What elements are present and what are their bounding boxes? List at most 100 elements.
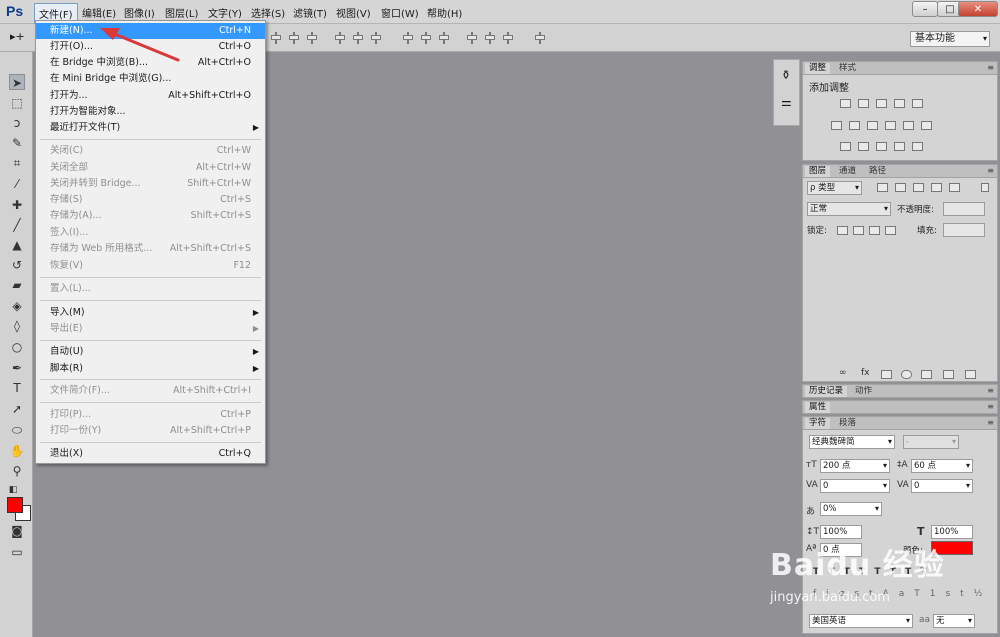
close-button[interactable]: ✕ (958, 1, 998, 17)
font-family-select[interactable]: 经典魏碑简 (809, 435, 895, 449)
blend-mode-select[interactable]: 正常 (807, 202, 891, 216)
brush-tool-icon[interactable]: ╱ (9, 217, 25, 233)
color-balance-icon[interactable] (849, 121, 860, 130)
align-top-icon[interactable] (270, 32, 282, 44)
panel-menu-icon[interactable]: ≡ (987, 386, 994, 395)
menu-item-place[interactable]: 置入(L)... (36, 281, 265, 297)
menu-item-browse-mini-bridge[interactable]: 在 Mini Bridge 中浏览(G)... (36, 71, 265, 87)
link-layers-icon[interactable]: ∞ (839, 368, 847, 378)
gradient-map-icon[interactable] (912, 142, 923, 151)
menu-edit[interactable]: 编辑(E) (82, 5, 116, 20)
auto-align-icon[interactable] (534, 32, 546, 44)
stamp-tool-icon[interactable]: ▲ (9, 237, 25, 253)
trash-icon[interactable] (965, 370, 976, 379)
tab-properties[interactable]: 属性 (805, 402, 831, 413)
menu-window[interactable]: 窗口(W) (381, 5, 419, 20)
marquee-tool-icon[interactable]: ⬚ (9, 95, 25, 111)
foreground-color-swatch-top[interactable] (7, 497, 23, 513)
minimize-button[interactable]: – (912, 1, 938, 17)
menu-item-save-as[interactable]: 存储为(A)... Shift+Ctrl+S (36, 208, 265, 224)
layer-filter-select[interactable]: ρ 类型 (807, 181, 862, 195)
language-select[interactable]: 美国英语 (809, 614, 913, 628)
menu-layer[interactable]: 图层(L) (165, 5, 198, 20)
selective-color-icon[interactable] (894, 142, 905, 151)
menu-item-export[interactable]: 导出(E) ▶ (36, 321, 265, 337)
lock-pixels-icon[interactable] (853, 226, 864, 235)
menu-item-open-smart-object[interactable]: 打开为智能对象... (36, 104, 265, 120)
workspace-select[interactable]: 基本功能 (910, 31, 990, 47)
filter-toggle-icon[interactable] (981, 183, 989, 192)
opacity-field[interactable] (943, 202, 985, 216)
font-size-field[interactable]: 200 点 (820, 459, 890, 473)
align-bottom-icon[interactable] (306, 32, 318, 44)
distribute-hcenter-icon[interactable] (484, 32, 496, 44)
zoom-tool-icon[interactable]: ⚲ (9, 463, 25, 479)
brightness-icon[interactable] (840, 99, 851, 108)
filter-type-icon[interactable] (913, 183, 924, 192)
distribute-vcenter-icon[interactable] (420, 32, 432, 44)
distribute-bottom-icon[interactable] (438, 32, 450, 44)
lock-position-icon[interactable] (869, 226, 880, 235)
tab-actions[interactable]: 动作 (851, 386, 876, 397)
distribute-right-icon[interactable] (502, 32, 514, 44)
menu-item-automate[interactable]: 自动(U) ▶ (36, 344, 265, 360)
tab-styles[interactable]: 样式 (835, 63, 860, 74)
hand-tool-icon[interactable]: ✋ (9, 443, 25, 459)
filter-pixel-icon[interactable] (877, 183, 888, 192)
filter-smart-icon[interactable] (949, 183, 960, 192)
distribute-left-icon[interactable] (466, 32, 478, 44)
exposure-icon[interactable] (894, 99, 905, 108)
new-group-icon[interactable] (921, 370, 932, 379)
filter-adjust-icon[interactable] (895, 183, 906, 192)
tab-adjustments[interactable]: 调整 (805, 63, 831, 74)
menu-item-save-for-web[interactable]: 存储为 Web 所用格式... Alt+Shift+Ctrl+S (36, 241, 265, 257)
menu-image[interactable]: 图像(I) (124, 5, 155, 20)
menu-item-revert[interactable]: 恢复(V) F12 (36, 258, 265, 274)
move-tool-preset-icon[interactable]: ▸+ (10, 30, 25, 43)
menu-item-scripts[interactable]: 脚本(R) ▶ (36, 361, 265, 377)
menu-item-exit[interactable]: 退出(X) Ctrl+Q (36, 446, 265, 462)
menu-item-save[interactable]: 存储(S) Ctrl+S (36, 192, 265, 208)
default-colors-icon[interactable]: ◧ ↻ (5, 482, 21, 511)
move-tool-icon[interactable]: ➤ (9, 74, 25, 90)
fill-field[interactable] (943, 223, 985, 237)
color-lookup-icon[interactable] (921, 121, 932, 130)
properties-panel-icon[interactable]: ⚌ (781, 95, 792, 109)
menu-type[interactable]: 文字(Y) (208, 5, 242, 20)
threshold-icon[interactable] (876, 142, 887, 151)
black-white-icon[interactable] (867, 121, 878, 130)
pen-tool-icon[interactable]: ✒ (9, 360, 25, 376)
tsume-field[interactable]: 0% (820, 502, 882, 516)
panel-menu-icon[interactable]: ≡ (987, 402, 994, 411)
panel-menu-icon[interactable]: ≡ (987, 166, 994, 175)
panel-menu-icon[interactable]: ≡ (987, 63, 994, 72)
menu-item-new[interactable]: 新建(N)... Ctrl+N (36, 23, 265, 39)
menu-view[interactable]: 视图(V) (336, 5, 371, 20)
menu-item-import[interactable]: 导入(M) ▶ (36, 305, 265, 321)
menu-item-browse-bridge[interactable]: 在 Bridge 中浏览(B)... Alt+Ctrl+O (36, 55, 265, 71)
quick-mask-icon[interactable]: ◙ (9, 523, 25, 539)
menu-item-open-as[interactable]: 打开为... Alt+Shift+Ctrl+O (36, 88, 265, 104)
screen-mode-icon[interactable]: ▭ (9, 544, 25, 560)
antialias-select[interactable]: 无 (933, 614, 975, 628)
panel-menu-icon[interactable]: ≡ (987, 418, 994, 427)
align-hcenter-icon[interactable] (352, 32, 364, 44)
eyedropper-tool-icon[interactable]: ⁄ (9, 176, 25, 192)
menu-item-close-all[interactable]: 关闭全部 Alt+Ctrl+W (36, 160, 265, 176)
paint-bucket-tool-icon[interactable]: ◈ (9, 298, 25, 314)
channel-mixer-icon[interactable] (903, 121, 914, 130)
menu-item-close[interactable]: 关闭(C) Ctrl+W (36, 143, 265, 159)
align-vcenter-icon[interactable] (288, 32, 300, 44)
vertical-scale-field[interactable]: 100% (820, 525, 862, 539)
tab-layers[interactable]: 图层 (805, 166, 831, 177)
dodge-tool-icon[interactable]: ○ (9, 339, 25, 355)
tab-paragraph[interactable]: 段落 (835, 418, 860, 429)
vibrance-icon[interactable] (912, 99, 923, 108)
menu-help[interactable]: 帮助(H) (427, 5, 462, 20)
posterize-icon[interactable] (858, 142, 869, 151)
menu-item-open[interactable]: 打开(O)... Ctrl+O (36, 39, 265, 55)
eraser-tool-icon[interactable]: ▰ (9, 277, 25, 293)
font-style-select[interactable]: - (903, 435, 959, 449)
tab-channels[interactable]: 通道 (835, 166, 860, 177)
curves-icon[interactable] (876, 99, 887, 108)
